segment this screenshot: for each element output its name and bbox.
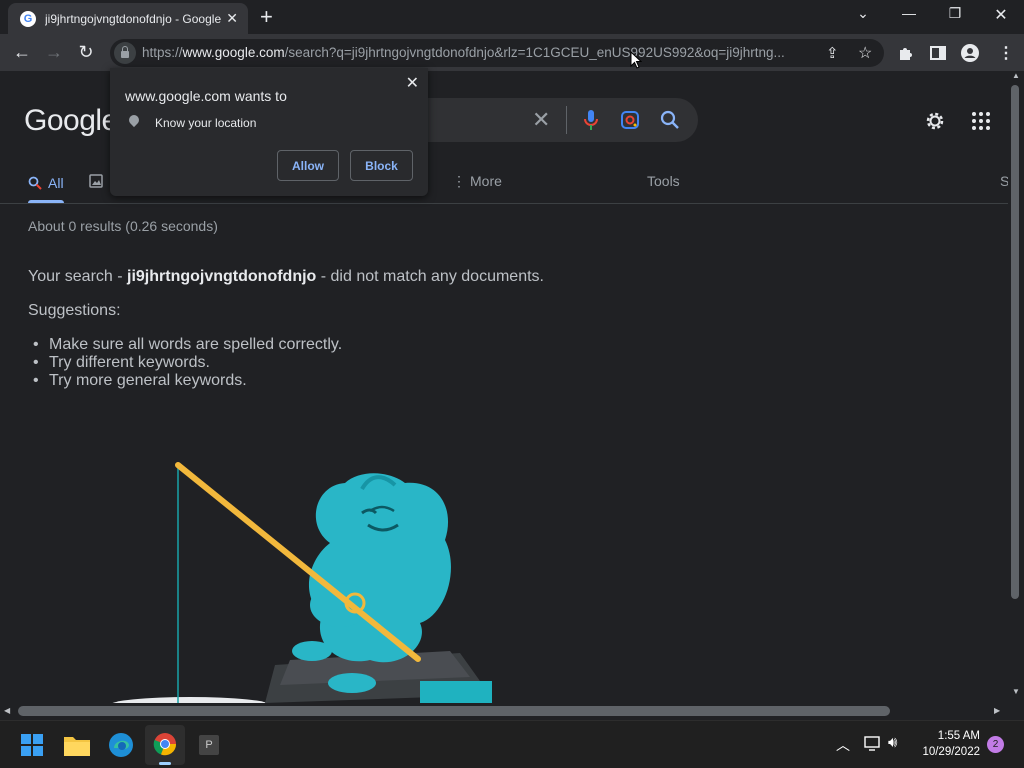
scroll-left-icon[interactable]: ◀ [4,706,10,715]
tab-all-label: All [48,175,64,191]
google-logo[interactable]: Google [24,104,118,138]
edge-browser-icon[interactable] [108,732,134,758]
search-icon[interactable] [660,110,680,130]
windows-taskbar: P ︿ 🔊︎ 1:55 AM 10/29/2022 2 [0,720,1024,768]
list-item: Try different keywords. [33,354,342,372]
horizontal-scrollbar[interactable]: ◀ ▶ [0,703,1008,720]
list-item: Try more general keywords. [33,372,342,390]
more-dots-icon: ⋮ [452,173,466,189]
active-app-indicator [159,762,171,765]
menu-dots-icon[interactable]: ⋮ [998,43,1014,63]
result-stats: About 0 results (0.26 seconds) [28,218,218,234]
location-permission-popup: www.google.com wants to ✕ Know your loca… [110,68,428,196]
permission-label: Know your location [155,116,257,130]
reload-icon[interactable]: ↻ [74,42,98,63]
taskbar-date[interactable]: 10/29/2022 [922,746,980,758]
allow-button[interactable]: Allow [277,150,339,181]
active-tab-indicator [28,200,64,203]
voice-search-icon[interactable] [583,109,599,131]
search-divider [566,106,567,134]
settings-gear-icon[interactable] [923,109,947,133]
fishing-yeti-illustration [112,462,492,703]
block-button[interactable]: Block [350,150,413,181]
browser-tab[interactable]: G ji9jhrtngojvngtdonofdnjo - Google Sear… [8,3,248,34]
tab-title: ji9jhrtngojvngtdonofdnjo - Google Search [45,11,221,26]
google-apps-icon[interactable] [971,111,991,131]
file-explorer-icon[interactable] [64,734,90,756]
tools-button[interactable]: Tools [647,173,680,189]
title-bar: G ji9jhrtngojvngtdonofdnjo - Google Sear… [0,0,1024,34]
no-results-message: Your search - ji9jhrtngojvngtdonofdnjo -… [28,268,544,285]
popup-title: www.google.com wants to [125,88,287,104]
minimize-icon[interactable]: — [886,5,932,21]
bookmark-star-icon[interactable]: ☆ [858,43,872,63]
mouse-cursor-icon [630,51,642,69]
scroll-up-icon[interactable]: ▲ [1012,71,1020,80]
taskbar-time[interactable]: 1:55 AM [938,730,980,742]
network-icon[interactable] [864,736,882,752]
address-bar[interactable]: https://www.google.com/search?q=ji9jhrtn… [110,39,884,67]
vertical-scrollbar[interactable]: ▲ ▼ [1008,71,1024,703]
suggestions-label: Suggestions: [28,302,121,319]
close-window-icon[interactable]: ✕ [978,5,1024,25]
tab-search-chevron-icon[interactable]: ⌄ [840,5,886,22]
forward-icon[interactable]: → [42,42,66,63]
extensions-icon[interactable] [897,44,915,62]
volume-icon[interactable]: 🔊︎ [888,734,897,751]
tab-all[interactable]: All [28,175,64,191]
app-p-icon[interactable]: P [199,735,219,755]
search-icon [28,176,42,190]
back-icon[interactable]: ← [10,42,34,63]
images-tab-icon[interactable] [89,174,103,188]
browser-toolbar: ← → ↻ https://www.google.com/search?q=ji… [0,34,1024,71]
horizontal-scroll-thumb[interactable] [18,706,890,716]
lock-icon[interactable] [114,42,136,64]
chrome-icon [153,733,177,756]
close-popup-icon[interactable]: ✕ [406,73,419,93]
new-tab-icon[interactable]: + [260,4,273,30]
side-panel-icon[interactable] [929,44,947,62]
location-pin-icon [126,112,142,128]
scroll-right-icon[interactable]: ▶ [994,706,1000,715]
profile-icon[interactable] [960,43,980,63]
restore-icon[interactable]: ❐ [932,5,978,22]
tab-more[interactable]: ⋮ More [452,173,502,190]
clear-search-icon[interactable]: ✕ [532,107,550,133]
lens-search-icon[interactable] [620,110,640,130]
share-icon[interactable]: ⇪ [826,44,839,62]
suggestions-list: Make sure all words are spelled correctl… [33,336,342,390]
scroll-down-icon[interactable]: ▼ [1012,687,1020,696]
google-favicon-icon: G [20,10,36,27]
chrome-taskbar-item[interactable] [145,725,185,765]
notification-badge[interactable]: 2 [987,736,1004,753]
vertical-scroll-thumb[interactable] [1011,85,1019,599]
close-tab-icon[interactable]: ✕ [226,10,238,27]
url-text[interactable]: https://www.google.com/search?q=ji9jhrtn… [142,45,822,60]
windows-start-icon[interactable] [21,734,43,756]
show-hidden-icons-chevron[interactable]: ︿ [836,735,850,755]
list-item: Make sure all words are spelled correctl… [33,336,342,354]
